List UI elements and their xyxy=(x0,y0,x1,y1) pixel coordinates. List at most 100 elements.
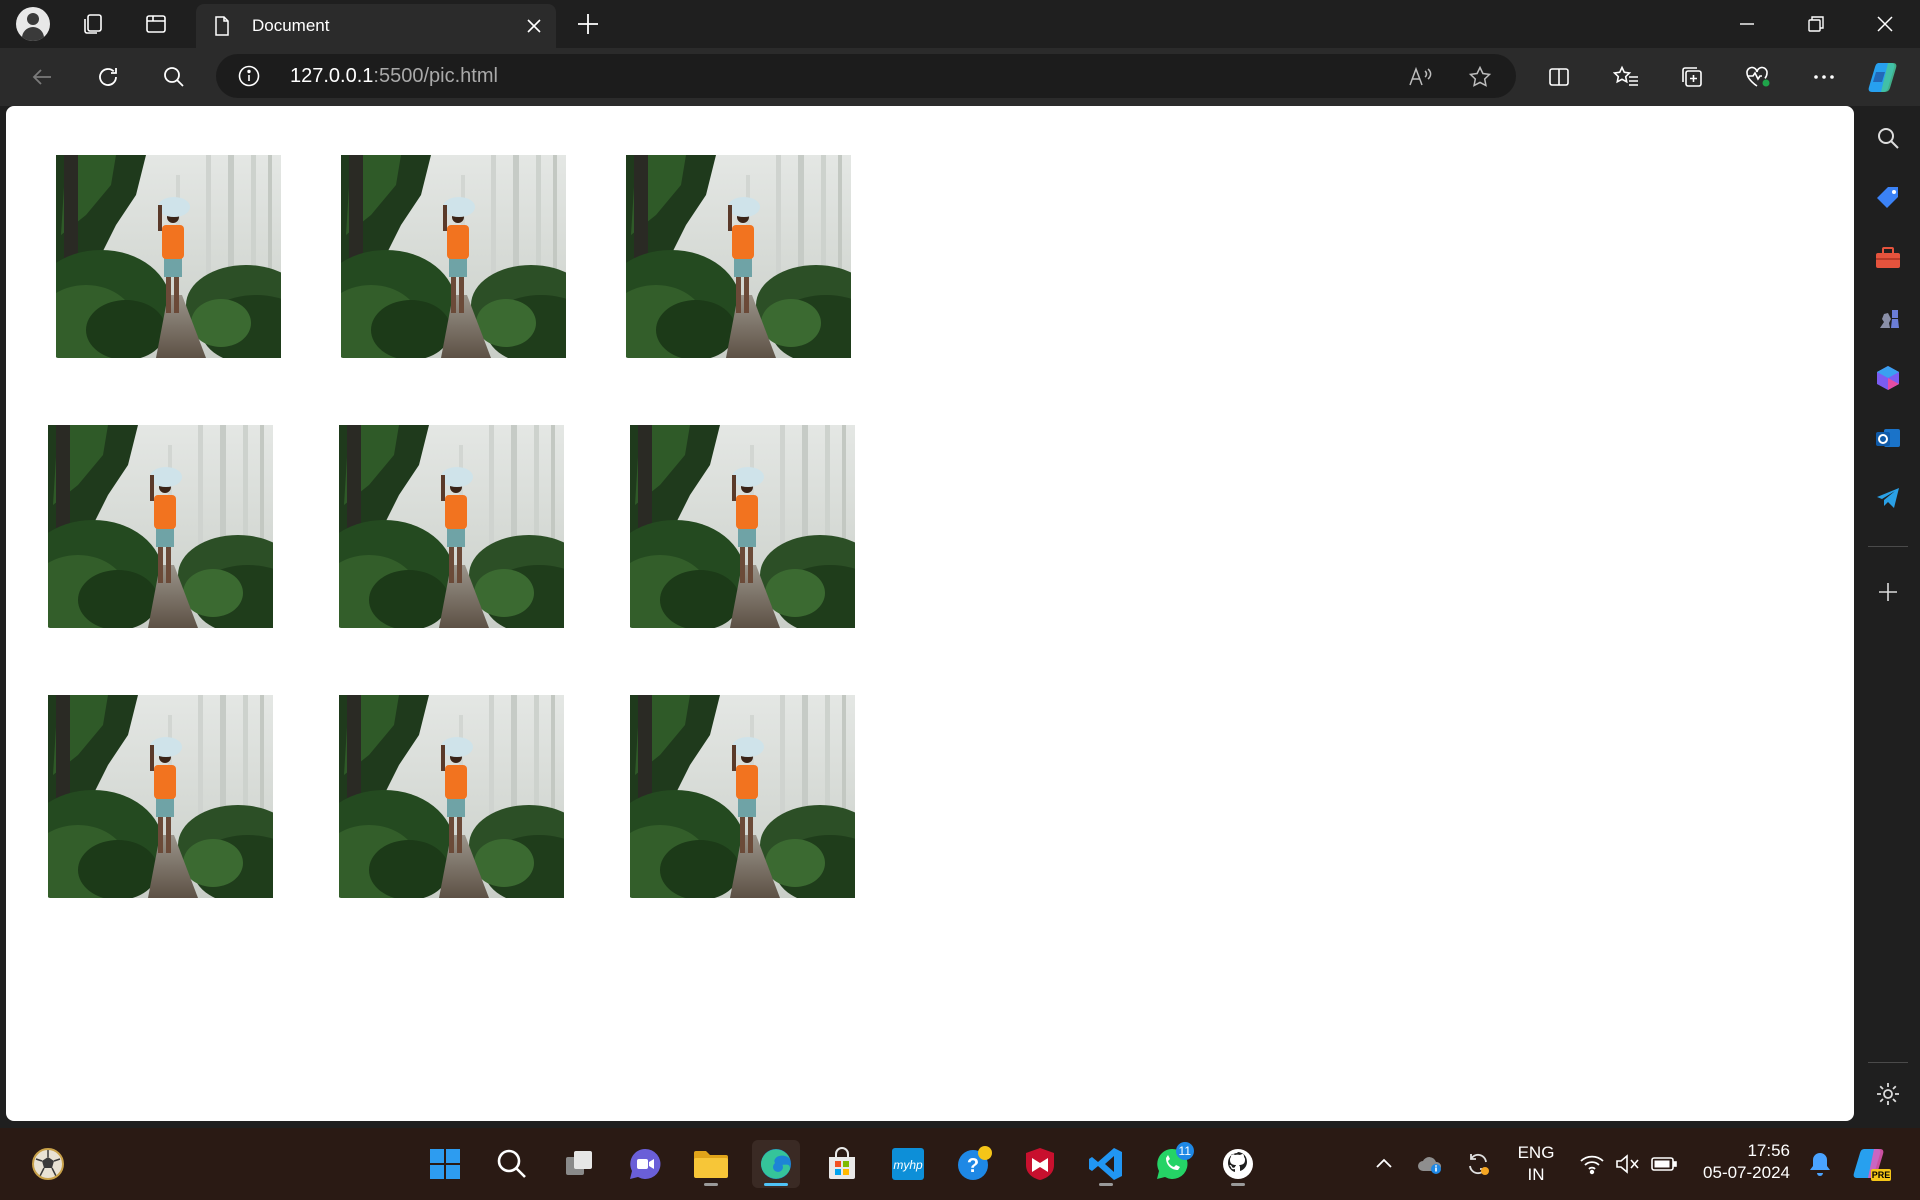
windows-taskbar: myhp ? 11 ENG IN 17:56 05-07-2024 PRE xyxy=(0,1128,1920,1200)
plus-icon xyxy=(578,14,598,34)
clock-date: 05-07-2024 xyxy=(1703,1163,1790,1182)
football-icon xyxy=(32,1148,64,1180)
show-hidden-icons-button[interactable] xyxy=(1360,1140,1408,1188)
svg-text:myhp: myhp xyxy=(893,1158,923,1172)
sidebar-shopping-button[interactable] xyxy=(1872,182,1904,214)
heart-pulse-icon xyxy=(1746,66,1770,87)
favorites-button[interactable] xyxy=(1606,59,1646,95)
favorites-icon xyxy=(1613,65,1638,86)
chat-icon xyxy=(630,1148,661,1179)
task-view-icon xyxy=(566,1151,592,1175)
svg-text:?: ? xyxy=(967,1155,979,1177)
workspaces-button[interactable] xyxy=(73,6,113,42)
close-icon xyxy=(1877,16,1893,32)
new-tab-button[interactable] xyxy=(570,6,606,42)
clock[interactable]: 17:56 05-07-2024 xyxy=(1690,1140,1790,1184)
search-button[interactable] xyxy=(154,59,194,95)
gear-icon xyxy=(1877,1083,1899,1105)
sidebar-telegram-button[interactable] xyxy=(1872,482,1904,514)
sync-icon xyxy=(1469,1153,1489,1175)
get-help-button[interactable]: ? xyxy=(950,1140,998,1188)
running-indicator xyxy=(704,1183,718,1186)
star-icon xyxy=(1468,65,1492,87)
refresh-icon xyxy=(99,68,117,86)
search-icon xyxy=(164,67,184,87)
more-button[interactable] xyxy=(1804,59,1844,95)
github-desktop-button[interactable] xyxy=(1214,1140,1262,1188)
microsoft-365-icon xyxy=(1877,366,1899,390)
widgets-button[interactable] xyxy=(24,1140,72,1188)
mcafee-shield-icon xyxy=(1026,1148,1054,1180)
microsoft-store-button[interactable] xyxy=(818,1140,866,1188)
cloud-icon xyxy=(1418,1157,1442,1174)
close-icon xyxy=(527,19,541,33)
bell-icon xyxy=(1810,1153,1830,1176)
tab-document[interactable]: Document xyxy=(196,4,556,48)
copilot-icon xyxy=(1868,63,1897,92)
copilot-button[interactable] xyxy=(1864,59,1904,95)
sync-status-button[interactable] xyxy=(1454,1140,1502,1188)
gallery-image xyxy=(630,695,855,898)
sidebar-add-button[interactable] xyxy=(1872,576,1904,608)
outlook-icon xyxy=(1876,429,1900,447)
battery-button[interactable] xyxy=(1640,1140,1688,1188)
task-view-button[interactable] xyxy=(555,1140,603,1188)
notifications-button[interactable] xyxy=(1796,1140,1844,1188)
read-aloud-button[interactable] xyxy=(1407,64,1435,90)
edge-button[interactable] xyxy=(752,1140,800,1188)
back-button[interactable] xyxy=(22,59,62,95)
collections-button[interactable] xyxy=(1672,59,1712,95)
address-path: :5500/pic.html xyxy=(373,65,498,87)
address-url[interactable]: 127.0.0.1:5500/pic.html xyxy=(290,65,498,88)
start-button[interactable] xyxy=(421,1140,469,1188)
unread-count-badge: 11 xyxy=(1175,1142,1194,1160)
close-window-button[interactable] xyxy=(1850,0,1920,48)
sidebar-m365-button[interactable] xyxy=(1872,362,1904,394)
vscode-icon xyxy=(1089,1148,1122,1180)
mcafee-button[interactable] xyxy=(1016,1140,1064,1188)
address-bar[interactable]: 127.0.0.1:5500/pic.html xyxy=(216,54,1516,98)
minimize-button[interactable] xyxy=(1712,0,1782,48)
gallery-image xyxy=(56,155,281,358)
wifi-icon xyxy=(1580,1155,1604,1175)
edge-sidebar xyxy=(1856,106,1920,1122)
file-explorer-button[interactable] xyxy=(687,1140,735,1188)
refresh-button[interactable] xyxy=(88,59,128,95)
battery-icon xyxy=(1651,1157,1677,1171)
tab-actions-button[interactable] xyxy=(136,6,176,42)
restore-button[interactable] xyxy=(1781,0,1851,48)
send-icon xyxy=(1877,488,1899,508)
restore-icon xyxy=(1808,16,1824,32)
copilot-taskbar-button[interactable]: PRE xyxy=(1848,1140,1896,1188)
sidebar-settings-button[interactable] xyxy=(1872,1078,1904,1110)
favorite-button[interactable] xyxy=(1466,64,1494,90)
running-indicator xyxy=(1231,1183,1245,1186)
windows-icon xyxy=(430,1149,460,1179)
input-language-indicator[interactable]: ENG IN xyxy=(1508,1142,1564,1186)
tab-close-button[interactable] xyxy=(522,14,546,38)
profile-button[interactable] xyxy=(13,6,53,42)
sidebar-search-button[interactable] xyxy=(1872,122,1904,154)
teams-chat-button[interactable] xyxy=(621,1140,669,1188)
copilot-pre-icon: PRE xyxy=(1853,1149,1891,1181)
toolbox-icon xyxy=(1876,247,1900,268)
taskbar-search-button[interactable] xyxy=(488,1140,536,1188)
whatsapp-button[interactable]: 11 xyxy=(1148,1140,1196,1188)
gallery-image xyxy=(48,695,273,898)
more-icon xyxy=(1814,75,1834,79)
read-aloud-icon xyxy=(1409,66,1432,86)
split-screen-button[interactable] xyxy=(1539,59,1579,95)
vscode-button[interactable] xyxy=(1082,1140,1130,1188)
tag-icon xyxy=(1877,187,1898,208)
onedrive-button[interactable] xyxy=(1406,1140,1454,1188)
sidebar-games-button[interactable] xyxy=(1872,302,1904,334)
sidebar-tools-button[interactable] xyxy=(1872,242,1904,274)
search-icon xyxy=(1878,128,1899,149)
store-icon xyxy=(829,1147,855,1179)
sidebar-outlook-button[interactable] xyxy=(1872,422,1904,454)
info-icon[interactable] xyxy=(238,65,260,87)
gallery-image xyxy=(630,425,855,628)
myhp-button[interactable]: myhp xyxy=(884,1140,932,1188)
browser-essentials-button[interactable] xyxy=(1738,59,1778,95)
edge-icon xyxy=(761,1149,791,1179)
